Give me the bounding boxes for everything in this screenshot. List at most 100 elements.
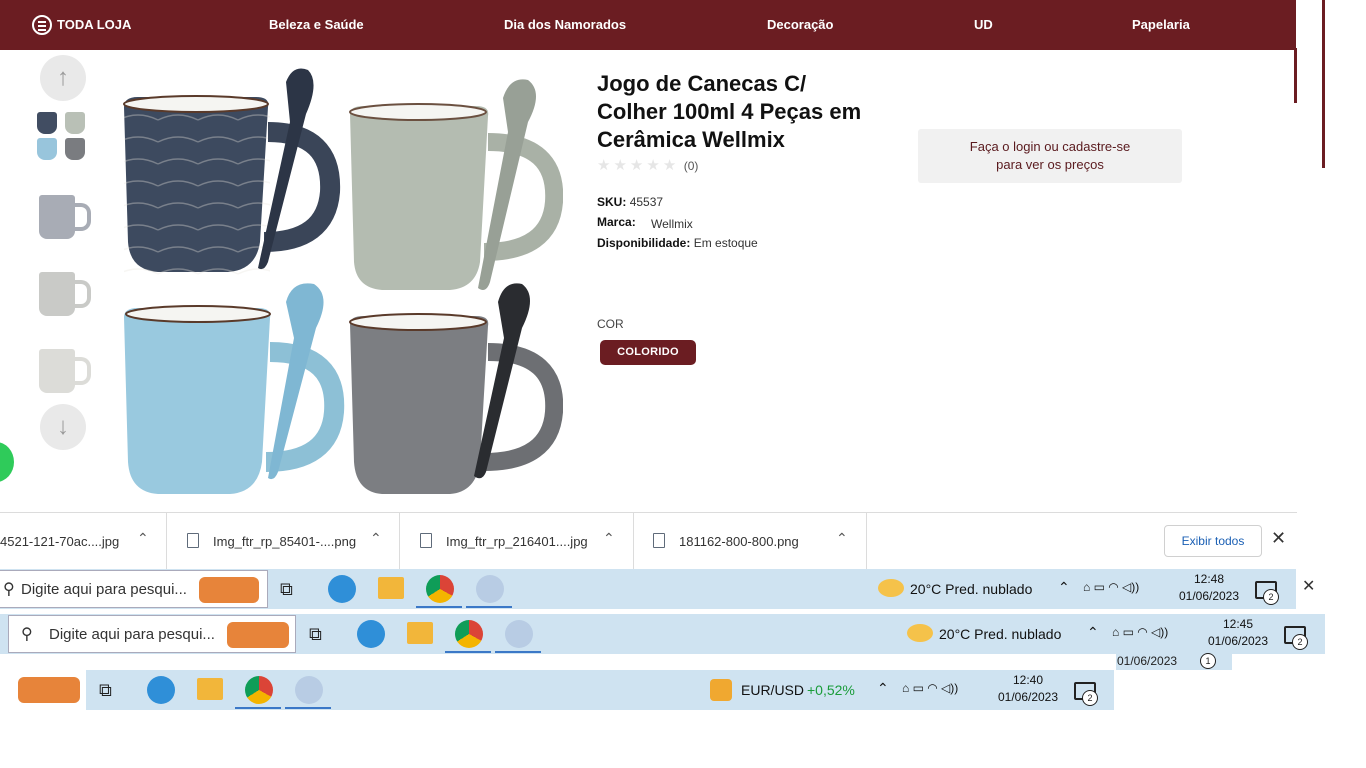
edge-icon[interactable] [357,620,385,648]
window-edge-right [1322,0,1325,168]
tray-icons[interactable]: ⌂ ▭ ◠ ◁)) [902,681,958,695]
tray-icons[interactable]: ⌂ ▭ ◠ ◁)) [1112,625,1168,639]
paint-icon[interactable] [295,676,323,704]
file-explorer-icon[interactable] [197,678,223,700]
color-option-button[interactable]: COLORIDO [600,340,696,365]
tray-chevron-icon[interactable]: ⌃ [877,680,889,697]
nav-item-papelaria[interactable]: Papelaria [1132,17,1190,32]
availability-value: Em estoque [693,236,758,250]
chrome-icon[interactable] [455,620,483,648]
nav-item-decoracao[interactable]: Decoração [767,17,833,32]
thumbnail-3[interactable] [35,262,91,318]
weather-text[interactable]: 20°C Pred. nublado [939,626,1061,642]
clock-date: 01/06/2023 [1207,634,1269,648]
clock[interactable]: 12:48 01/06/2023 [1176,571,1242,605]
mug-navy [123,68,341,277]
active-indicator [285,707,331,709]
search-placeholder: Digite aqui para pesqui... [21,581,187,598]
paint-icon[interactable] [505,620,533,648]
star-icon: ★ [629,157,644,174]
active-indicator [235,707,281,709]
downloads-bar: 4521-121-70ac....jpg ⌃ Img_ftr_rp_85401-… [0,512,1297,569]
menu-icon[interactable] [32,15,52,35]
chrome-icon[interactable] [426,575,454,603]
clock[interactable]: 12:40 01/06/2023 [995,672,1061,706]
taskbar-2: ⚲ Digite aqui para pesqui... ⧉ 20°C Pred… [0,614,1325,654]
mug-light-blue [124,283,345,494]
weather-text[interactable]: 20°C Pred. nublado [910,581,1032,597]
download-item-3[interactable]: Img_ftr_rp_216401....jpg ⌃ [399,513,634,569]
mug-sage [349,79,563,290]
tray-icons[interactable]: ⌂ ▭ ◠ ◁)) [1083,580,1139,594]
chrome-icon[interactable] [245,676,273,704]
star-icon: ★ [662,157,677,174]
close-icon[interactable]: ✕ [1302,576,1315,596]
taskbar-search-partial[interactable] [0,670,86,710]
search-highlight-icon [199,577,259,603]
ticker-label[interactable]: EUR/USD [741,682,804,698]
clock-time: 12:48 [1193,572,1225,586]
availability-row: Disponibilidade: Em estoque [597,236,758,250]
notification-badge: 2 [1082,690,1098,706]
rating-count: (0) [683,159,699,173]
show-all-downloads-button[interactable]: Exibir todos [1164,525,1262,557]
search-icon: ⚲ [3,581,15,598]
download-filename: Img_ftr_rp_216401....jpg [446,534,588,549]
availability-label: Disponibilidade: [597,236,691,250]
chevron-up-icon[interactable]: ⌃ [370,530,382,547]
clock-time: 12:45 [1222,617,1254,631]
star-icon: ★ [613,157,627,174]
chevron-up-icon[interactable]: ⌃ [137,530,149,547]
task-view-icon[interactable]: ⧉ [309,620,337,648]
mug-grey [349,283,563,494]
clock[interactable]: 12:45 01/06/2023 [1205,616,1271,650]
nav-all-store[interactable]: TODA LOJA [57,17,131,32]
weather-icon [907,624,933,642]
chevron-up-icon[interactable]: ⌃ [603,530,615,547]
edge-icon[interactable] [147,676,175,704]
product-title: Jogo de Canecas C/ Colher 100ml 4 Peças … [597,71,862,152]
download-item-2[interactable]: Img_ftr_rp_85401-....png ⌃ [166,513,400,569]
thumbnail-4[interactable] [35,339,91,395]
nav-item-beleza[interactable]: Beleza e Saúde [269,17,364,32]
task-view-icon[interactable]: ⧉ [99,676,127,704]
thumbnail-1[interactable] [35,108,91,164]
login-price-prompt[interactable]: Faça o login ou cadastre-se para ver os p… [918,129,1182,183]
thumb-down-arrow-icon[interactable]: ↓ [40,404,86,450]
partial-notification-badge: 1 [1200,653,1216,669]
taskbar-search[interactable]: ⚲ Digite aqui para pesqui... [0,570,268,608]
tray-chevron-icon[interactable]: ⌃ [1087,624,1099,641]
download-filename: 4521-121-70ac....jpg [0,534,120,549]
tray-chevron-icon[interactable]: ⌃ [1058,579,1070,596]
nav-item-ud[interactable]: UD [974,17,993,32]
login-prompt-line2: para ver os preços [996,157,1104,172]
color-label: COR [597,317,624,331]
star-icon: ★ [597,157,611,174]
chevron-up-icon[interactable]: ⌃ [836,530,848,547]
thumbnail-2[interactable] [35,185,91,241]
paint-icon[interactable] [476,575,504,603]
taskbar-3: ⧉ EUR/USD +0,52% ⌃ ⌂ ▭ ◠ ◁)) 12:40 01/06/… [0,670,1114,710]
thumb-up-arrow-icon[interactable]: ↑ [40,55,86,101]
brand-value[interactable]: Wellmix [651,217,693,231]
search-highlight-icon [18,677,80,703]
search-icon: ⚲ [21,626,33,643]
whatsapp-icon[interactable] [0,442,14,482]
sku-value: 45537 [629,195,664,209]
download-item-1[interactable]: 4521-121-70ac....jpg ⌃ [0,513,167,569]
top-nav: TODA LOJA Beleza e Saúde Dia dos Namorad… [0,0,1296,50]
weather-icon [878,579,904,597]
edge-icon[interactable] [328,575,356,603]
download-item-4[interactable]: 181162-800-800.png ⌃ [633,513,867,569]
task-view-icon[interactable]: ⧉ [280,575,308,603]
window-edge [1294,48,1297,103]
active-indicator [466,606,512,608]
active-indicator [495,651,541,653]
notification-badge: 2 [1263,589,1279,605]
file-explorer-icon[interactable] [407,622,433,644]
file-explorer-icon[interactable] [378,577,404,599]
nav-item-namorados[interactable]: Dia dos Namorados [504,17,626,32]
taskbar-search[interactable]: ⚲ Digite aqui para pesqui... [8,615,296,653]
close-icon[interactable]: ✕ [1271,528,1286,549]
rating-stars[interactable]: ★ ★ ★ ★ ★ (0) [597,156,698,175]
